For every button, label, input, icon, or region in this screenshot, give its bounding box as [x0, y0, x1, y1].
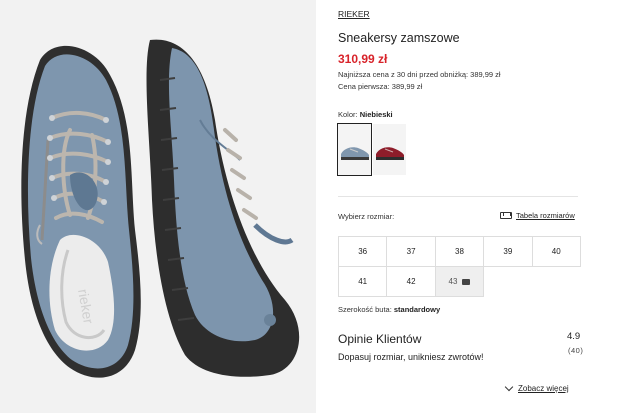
shoe-photo: rieker	[0, 0, 316, 413]
lowest-price-note: Najniższa cena z 30 dni przed obniżką: 3…	[338, 70, 501, 79]
size-option-42[interactable]: 42	[386, 266, 436, 297]
reviews-heading: Opinie Klientów	[338, 332, 422, 346]
shoe-width-row: Szerokość buta: standardowy	[338, 305, 440, 314]
size-option-40[interactable]: 40	[531, 236, 581, 267]
review-count: (40)	[568, 346, 584, 355]
color-row: Kolor: Niebieski	[338, 110, 393, 119]
brand-link[interactable]: RIEKER	[338, 9, 370, 19]
blue-shoe-thumbnail	[338, 124, 371, 175]
size-option-43[interactable]: 43	[434, 266, 485, 297]
divider	[338, 196, 578, 197]
product-image[interactable]: rieker	[0, 0, 316, 413]
width-value: standardowy	[393, 305, 441, 314]
color-swatch-blue[interactable]	[337, 123, 372, 176]
chevron-down-icon	[504, 382, 514, 391]
color-value: Niebieski	[359, 110, 393, 119]
red-shoe-thumbnail	[373, 124, 406, 175]
size-label: Wybierz rozmiar:	[338, 212, 395, 221]
size-table-label: Tabela rozmiarów	[516, 211, 575, 220]
color-label: Kolor:	[338, 110, 358, 119]
ruler-icon	[500, 212, 512, 219]
product-price: 310,99 zł	[338, 52, 388, 66]
size-option-41[interactable]: 41	[338, 266, 388, 297]
envelope-icon	[462, 278, 471, 285]
size-option-39[interactable]: 39	[483, 236, 533, 267]
size-grid: 36 37 38 39 40 41 42 43	[338, 236, 581, 297]
review-rating: 4.9	[567, 331, 581, 342]
see-more-link[interactable]: Zobacz więcej	[504, 382, 569, 393]
see-more-label: Zobacz więcej	[518, 384, 569, 393]
first-price-note: Cena pierwsza: 389,99 zł	[338, 82, 423, 91]
product-title: Sneakersy zamszowe	[338, 31, 460, 45]
size-option-37[interactable]: 37	[386, 236, 436, 267]
color-swatch-red[interactable]	[373, 124, 406, 175]
size-table-link[interactable]: Tabela rozmiarów	[500, 211, 575, 220]
product-info-panel: RIEKER Sneakersy zamszowe 310,99 zł Najn…	[337, 0, 620, 413]
size-option-38[interactable]: 38	[434, 236, 485, 267]
size-option-36[interactable]: 36	[338, 236, 388, 267]
size-promo-text: Dopasuj rozmiar, unikniesz zwrotów!	[338, 352, 484, 362]
width-label: Szerokość buta:	[338, 305, 392, 314]
